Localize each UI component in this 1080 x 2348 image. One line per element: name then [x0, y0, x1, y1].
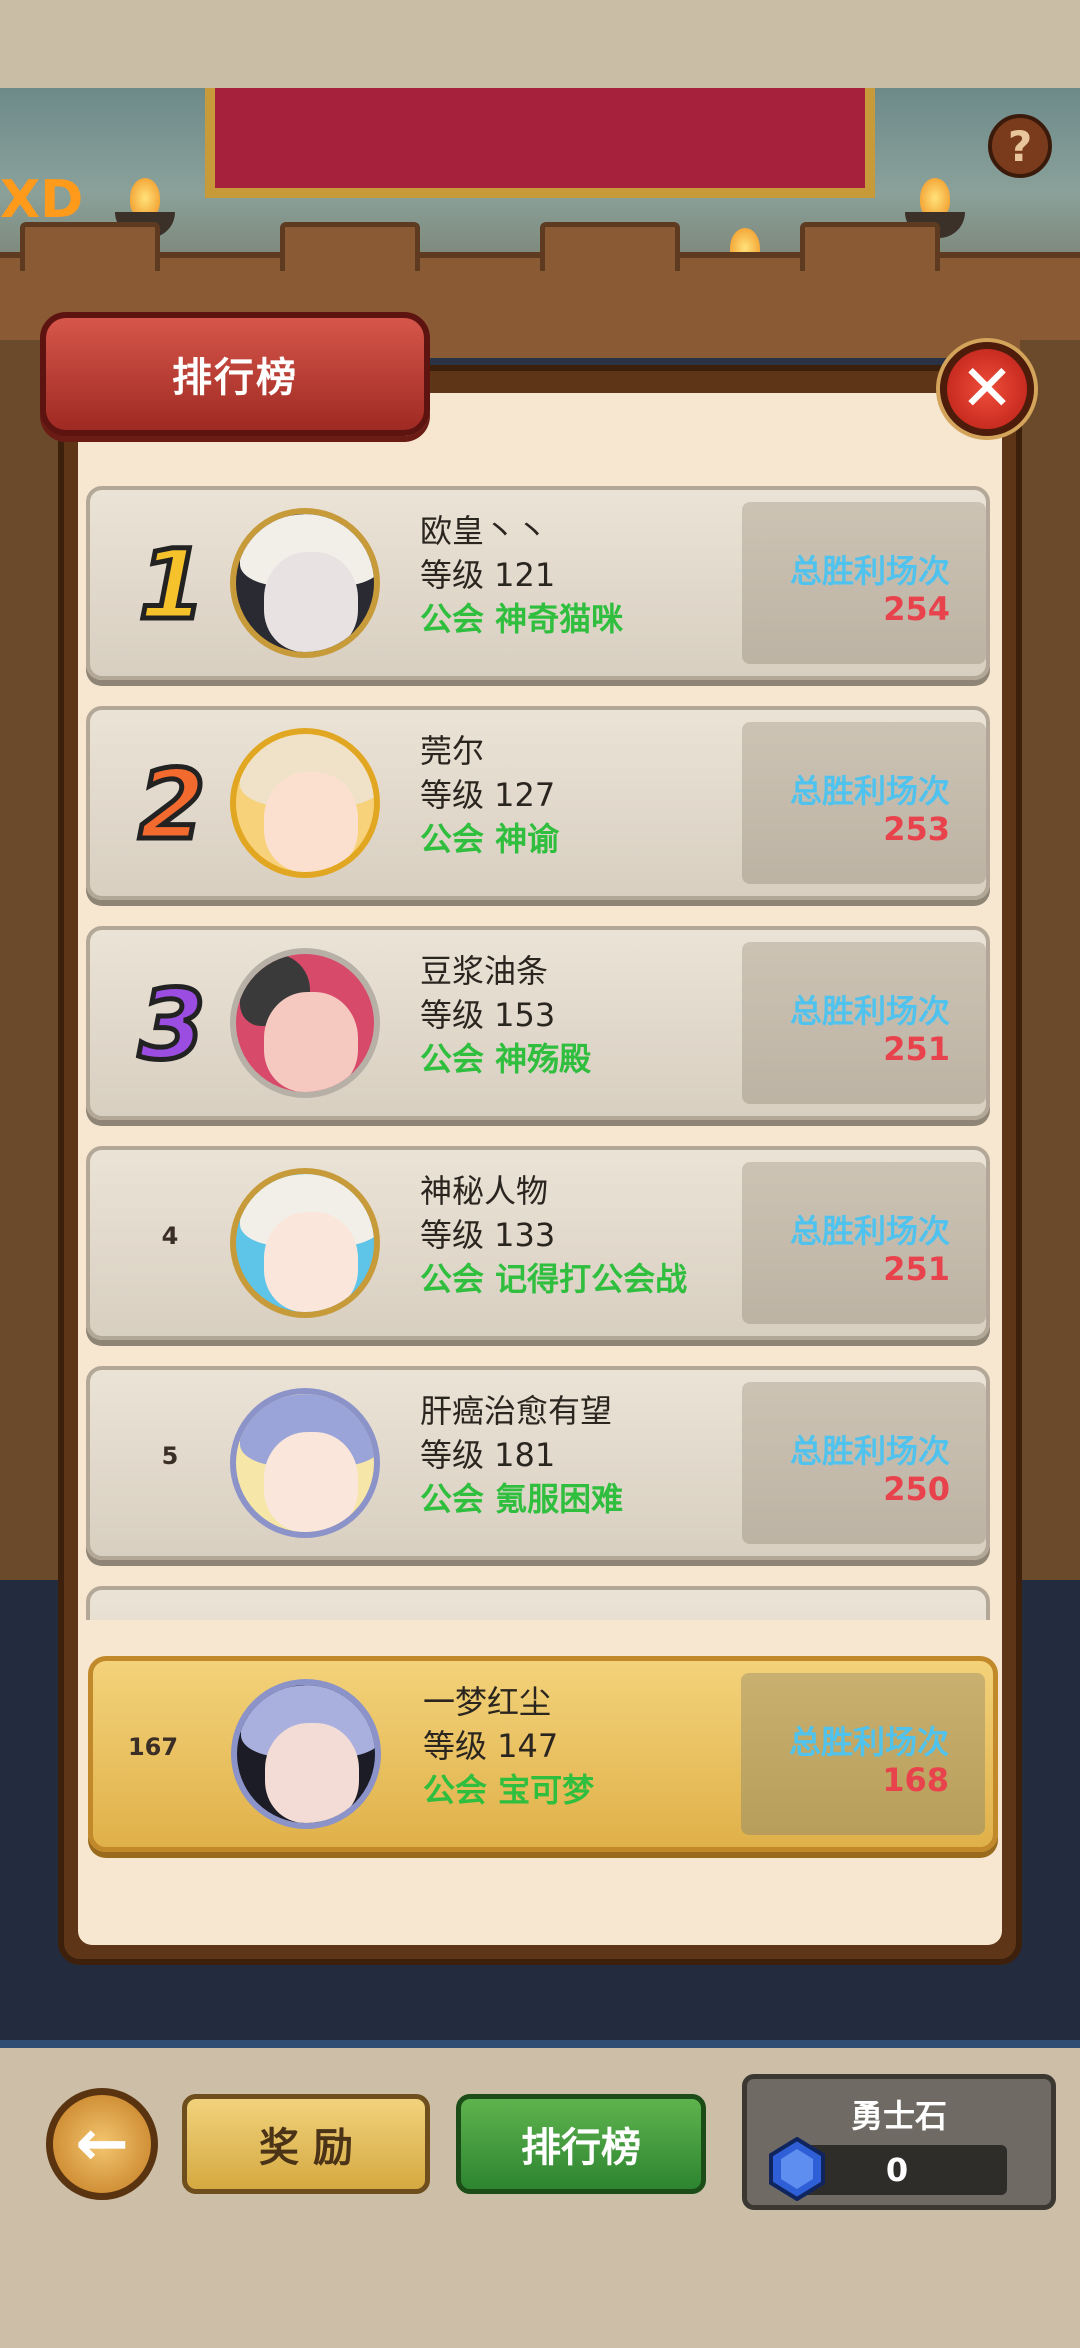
question-mark-icon: ?	[1007, 121, 1033, 171]
wins-label: 总胜利场次	[789, 1432, 950, 1470]
wall-left	[0, 340, 60, 1610]
currency-display: 勇士石 0	[742, 2074, 1056, 2210]
player-level: 等级 133	[420, 1216, 556, 1254]
arena-banner	[205, 88, 875, 198]
player-name: 莞尔	[420, 732, 485, 770]
wins-label: 总胜利场次	[789, 772, 950, 810]
wins-label: 总胜利场次	[789, 552, 950, 590]
player-name: 一梦红尘	[423, 1683, 552, 1721]
wins-value: 250	[883, 1470, 950, 1508]
ranking-row[interactable]: 5 肝癌治愈有望 等级 181 公会 氪服困难 总胜利场次 250	[86, 1366, 990, 1560]
wins-label: 总胜利场次	[789, 1212, 950, 1250]
logo-fragment: XD	[0, 170, 84, 230]
player-guild: 公会 宝可梦	[423, 1771, 595, 1809]
leaderboard-button[interactable]: 排行榜	[456, 2094, 706, 2194]
ranking-row[interactable]: 3 豆浆油条 等级 153 公会 神殇殿 总胜利场次 251	[86, 926, 990, 1120]
wins-label: 总胜利场次	[789, 992, 950, 1030]
wins-value: 254	[883, 590, 950, 628]
blue-gem-icon	[769, 2137, 825, 2201]
currency-label: 勇士石	[850, 2097, 947, 2135]
back-button[interactable]: ←	[46, 2088, 158, 2200]
wins-box: 总胜利场次 168	[741, 1673, 985, 1835]
ranking-row[interactable]	[86, 1586, 990, 1620]
player-level: 等级 181	[420, 1436, 556, 1474]
player-name: 豆浆油条	[420, 952, 549, 990]
wins-value: 251	[883, 1250, 950, 1288]
my-ranking-row[interactable]: 167 一梦红尘 等级 147 公会 宝可梦 总胜利场次 168	[88, 1656, 998, 1852]
avatar	[230, 948, 380, 1098]
rank-number: 4	[161, 1222, 179, 1250]
player-guild: 公会 氪服困难	[420, 1480, 624, 1518]
rank-badge: 3	[136, 968, 208, 1083]
rank-number: 5	[161, 1442, 179, 1470]
wins-label: 总胜利场次	[788, 1723, 949, 1761]
help-button[interactable]: ?	[988, 114, 1052, 178]
wins-box: 总胜利场次 250	[742, 1382, 986, 1544]
wins-box: 总胜利场次 251	[742, 1162, 986, 1324]
wins-value: 253	[883, 810, 950, 848]
arrow-left-icon: ←	[75, 2107, 129, 2181]
player-guild: 公会 记得打公会战	[420, 1260, 688, 1298]
player-name: 神秘人物	[420, 1172, 549, 1210]
player-name: 肝癌治愈有望	[420, 1392, 613, 1430]
avatar	[230, 728, 380, 878]
ranking-row[interactable]: 1 欧皇丶丶 等级 121 公会 神奇猫咪 总胜利场次 254	[86, 486, 990, 680]
wall-right	[1020, 340, 1080, 1610]
player-guild: 公会 神殇殿	[420, 1040, 592, 1078]
panel-title: 排行榜	[172, 355, 298, 401]
rank-badge: 1	[136, 528, 208, 643]
ranking-row[interactable]: 4 神秘人物 等级 133 公会 记得打公会战 总胜利场次 251	[86, 1146, 990, 1340]
wins-box: 总胜利场次 251	[742, 942, 986, 1104]
player-level: 等级 121	[420, 556, 556, 594]
wins-box: 总胜利场次 254	[742, 502, 986, 664]
close-icon: ✕	[960, 352, 1014, 426]
avatar	[230, 508, 380, 658]
rank-badge: 2	[136, 748, 208, 863]
wins-box: 总胜利场次 253	[742, 722, 986, 884]
ranking-row[interactable]: 2 莞尔 等级 127 公会 神谕 总胜利场次 253	[86, 706, 990, 900]
panel-title-tab: 排行榜	[40, 312, 430, 436]
close-button[interactable]: ✕	[940, 342, 1034, 436]
reward-button[interactable]: 奖 励	[182, 2094, 430, 2194]
player-level: 等级 147	[423, 1727, 559, 1765]
player-guild: 公会 神奇猫咪	[420, 600, 624, 638]
player-name: 欧皇丶丶	[420, 512, 549, 550]
ranking-list[interactable]: 1 欧皇丶丶 等级 121 公会 神奇猫咪 总胜利场次 254 2 莞尔 等级 …	[78, 470, 1002, 1620]
rank-number: 167	[127, 1733, 179, 1761]
status-strip	[0, 0, 1080, 88]
player-level: 等级 127	[420, 776, 556, 814]
player-guild: 公会 神谕	[420, 820, 560, 858]
avatar	[230, 1388, 380, 1538]
avatar	[231, 1679, 381, 1829]
avatar	[230, 1168, 380, 1318]
player-level: 等级 153	[420, 996, 556, 1034]
wins-value: 251	[883, 1030, 950, 1068]
wins-value: 168	[882, 1761, 949, 1799]
